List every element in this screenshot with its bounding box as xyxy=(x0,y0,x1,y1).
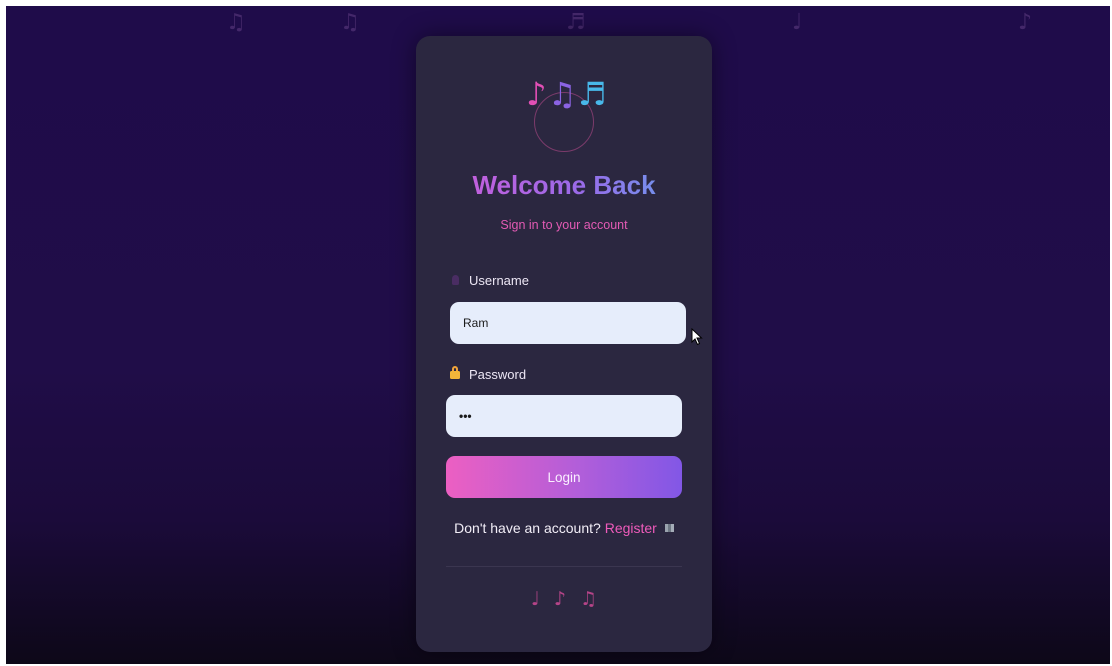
login-button[interactable]: Login xyxy=(446,456,682,498)
background-note-icon: ♩ xyxy=(792,10,803,35)
footer-note-icon: ♫ xyxy=(580,588,612,610)
background-note-icon: ♫ xyxy=(340,10,360,35)
music-note-icon: ♪ xyxy=(526,75,547,113)
page-subtitle: Sign in to your account xyxy=(500,218,628,232)
background-note-icon: ♪ xyxy=(1018,10,1033,35)
password-label: Password xyxy=(450,366,526,382)
footer-notes: ♩♪♫ xyxy=(416,588,712,610)
music-notes-icon: ♫ xyxy=(548,75,577,113)
register-prompt-text: Don't have an account? xyxy=(454,520,601,536)
music-logo: ♪ ♫ ♬ xyxy=(516,72,612,152)
page-title: Welcome Back xyxy=(416,170,712,201)
footer-note-icon: ♩ xyxy=(530,588,554,610)
username-label: Username xyxy=(450,273,529,288)
lock-icon xyxy=(450,366,460,382)
background-note-icon: ♬ xyxy=(566,10,586,35)
password-label-text: Password xyxy=(469,366,527,382)
register-prompt: Don't have an account? Register xyxy=(416,520,712,536)
login-card: ♪ ♫ ♬ Welcome Back Sign in to your accou… xyxy=(416,36,712,652)
map-icon xyxy=(664,524,674,532)
page-background: ♫ ♫ ♬ ♩ ♪ ♪ ♫ ♬ Welcome Back Sign in to … xyxy=(6,6,1110,664)
divider xyxy=(446,566,682,567)
register-link[interactable]: Register xyxy=(605,520,657,536)
background-note-icon: ♫ xyxy=(226,10,246,35)
footer-note-icon: ♪ xyxy=(553,588,581,610)
music-sheet-icon: ♬ xyxy=(578,75,607,113)
username-label-text: Username xyxy=(469,273,529,288)
mouse-cursor-icon xyxy=(691,328,703,346)
user-icon xyxy=(450,273,460,288)
password-input[interactable]: ••• xyxy=(446,395,682,437)
username-input[interactable]: Ram xyxy=(450,302,686,344)
